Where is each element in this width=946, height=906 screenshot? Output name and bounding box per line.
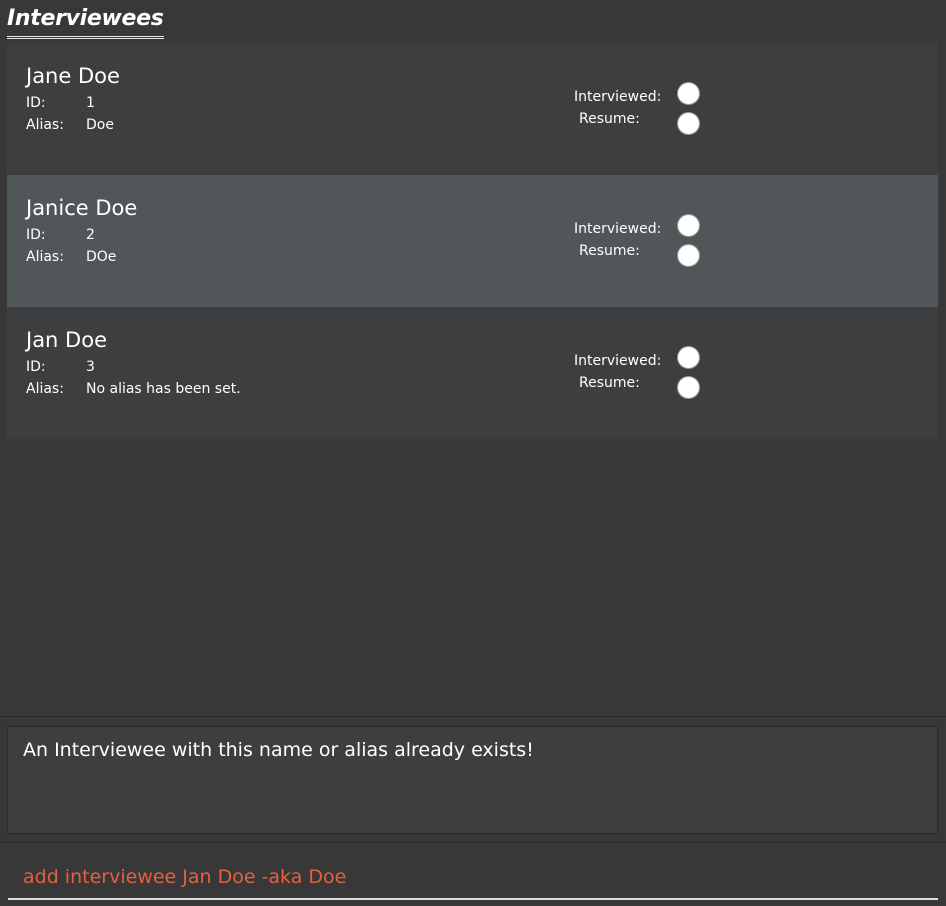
interviewee-card[interactable]: Jan Doe ID: 3 Alias: No alias has been set… — [7, 307, 938, 439]
interviewee-list[interactable]: Jane Doe ID: 1 Alias: Doe Interviewed: Res… — [7, 43, 938, 439]
id-value: 2 — [86, 227, 95, 243]
interviewee-name: Janice Doe — [26, 196, 138, 220]
resume-radio[interactable] — [677, 244, 700, 267]
alias-label: Alias: — [26, 381, 64, 397]
interviewed-radio[interactable] — [677, 346, 700, 369]
resume-radio[interactable] — [677, 112, 700, 135]
id-label: ID: — [26, 359, 46, 375]
interviewed-label: Interviewed: — [574, 353, 662, 369]
interviewed-label: Interviewed: — [574, 89, 662, 105]
header: Interviewees — [0, 0, 946, 43]
id-field: ID: 3 — [26, 357, 95, 377]
interviewee-card-selected[interactable]: Janice Doe ID: 2 Alias: DOe Interviewed: R… — [7, 175, 938, 307]
id-field: ID: 2 — [26, 225, 95, 245]
result-message: An Interviewee with this name or alias a… — [23, 739, 534, 761]
alias-field: Alias: Doe — [26, 115, 114, 135]
interviewee-name: Jane Doe — [26, 64, 120, 88]
id-field: ID: 1 — [26, 93, 95, 113]
interviewed-label: Interviewed: — [574, 221, 662, 237]
id-value: 3 — [86, 359, 95, 375]
id-value: 1 — [86, 95, 95, 111]
command-panel — [0, 842, 946, 906]
page-title: Interviewees — [7, 4, 164, 39]
alias-label: Alias: — [26, 249, 64, 265]
command-input[interactable] — [8, 856, 938, 900]
alias-field: Alias: No alias has been set. — [26, 379, 241, 399]
id-label: ID: — [26, 227, 46, 243]
resume-label: Resume: — [579, 111, 640, 127]
alias-label: Alias: — [26, 117, 64, 133]
resume-label: Resume: — [579, 375, 640, 391]
resume-label: Resume: — [579, 243, 640, 259]
interviewee-card[interactable]: Jane Doe ID: 1 Alias: Doe Interviewed: Res… — [7, 43, 938, 175]
interviewee-name: Jan Doe — [26, 328, 107, 352]
alias-value: No alias has been set. — [86, 381, 241, 397]
result-panel: An Interviewee with this name or alias a… — [0, 716, 946, 843]
alias-field: Alias: DOe — [26, 247, 116, 267]
interviewed-radio[interactable] — [677, 214, 700, 237]
resume-radio[interactable] — [677, 376, 700, 399]
alias-value: DOe — [86, 249, 117, 265]
app-window: Interviewees Jane Doe ID: 1 Alias: Doe Int… — [0, 0, 946, 906]
id-label: ID: — [26, 95, 46, 111]
result-display[interactable]: An Interviewee with this name or alias a… — [7, 726, 938, 834]
alias-value: Doe — [86, 117, 114, 133]
interviewed-radio[interactable] — [677, 82, 700, 105]
